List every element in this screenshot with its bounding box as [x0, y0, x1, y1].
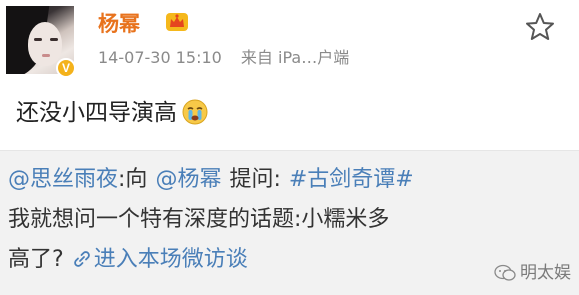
mention-user[interactable]: @思丝雨夜	[8, 167, 118, 192]
watermark-text: 明太娱	[520, 263, 571, 283]
mention-target[interactable]: @杨幂	[155, 167, 221, 192]
post-content: 还没小四导演高	[16, 93, 209, 127]
repost-text: @思丝雨夜:向 @杨幂 提问: #古剑奇谭# 我就想问一个特有深度的话题:小糯米多 高…	[8, 160, 568, 280]
avatar-eye-left	[34, 38, 42, 41]
chat-bubble-icon	[494, 264, 516, 281]
to-word: :向	[118, 167, 148, 192]
topic-tag[interactable]: #古剑奇谭#	[289, 167, 414, 192]
post-text: 还没小四导演高	[16, 100, 177, 126]
weibo-post: V 杨幂 14-07-30 15:10 来自 iPa…户端 还没小四导演高 @思…	[0, 0, 579, 295]
crown-icon[interactable]	[164, 11, 190, 33]
interview-link[interactable]: 进入本场微访谈	[72, 247, 248, 272]
star-icon[interactable]	[525, 12, 555, 42]
crying-face-icon	[182, 99, 208, 125]
watermark: 明太娱	[494, 258, 571, 283]
post-meta: 14-07-30 15:10 来自 iPa…户端	[98, 44, 349, 68]
username[interactable]: 杨幂	[98, 8, 140, 38]
avatar-face	[28, 22, 62, 66]
timestamp: 14-07-30 15:10	[98, 48, 222, 67]
interview-link-text: 进入本场微访谈	[93, 247, 248, 272]
ask-label: 提问:	[229, 167, 281, 192]
question-line-1: 我就想问一个特有深度的话题:小糯米多	[8, 207, 390, 232]
avatar-eye-right	[50, 38, 58, 41]
avatar-lip	[42, 54, 50, 57]
verified-badge: V	[56, 58, 76, 78]
link-icon	[73, 251, 90, 267]
post-source: 来自 iPa…户端	[240, 48, 350, 67]
repost-box[interactable]: @思丝雨夜:向 @杨幂 提问: #古剑奇谭# 我就想问一个特有深度的话题:小糯米多 高…	[0, 150, 579, 295]
question-line-2: 高了?	[8, 247, 64, 272]
